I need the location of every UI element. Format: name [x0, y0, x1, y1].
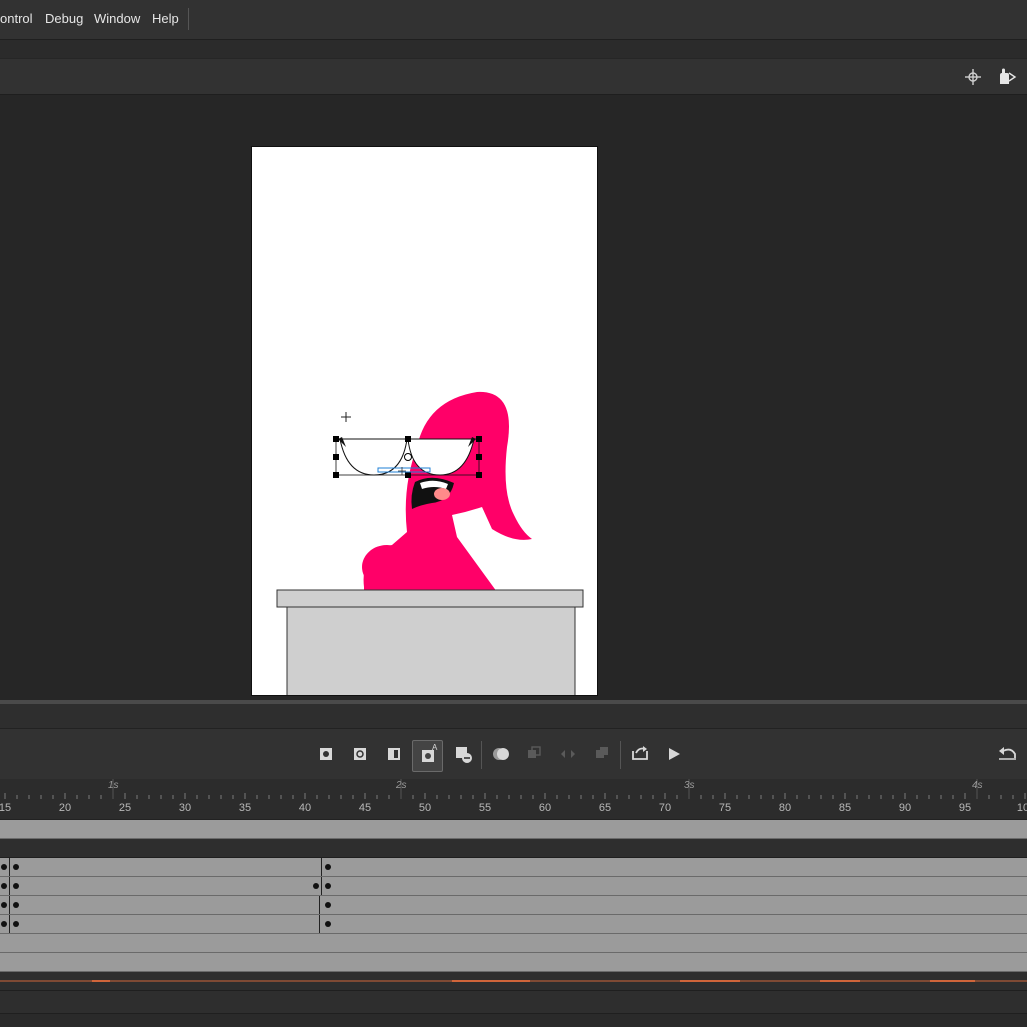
insert-frame-icon[interactable] [381, 741, 407, 767]
controls-divider [620, 741, 621, 769]
layer-row[interactable] [0, 896, 1027, 915]
layer-row[interactable] [0, 934, 1027, 953]
insert-keyframe-icon[interactable] [313, 741, 339, 767]
keyframe[interactable] [1, 883, 7, 889]
ruler-ticks [4, 779, 1026, 799]
layer-row[interactable] [0, 877, 1027, 896]
frame-label: 25 [118, 802, 132, 814]
loop-icon[interactable] [627, 741, 653, 767]
menu-control[interactable]: ontrol [0, 11, 33, 26]
play-icon[interactable] [661, 741, 687, 767]
layer-folder-row[interactable] [0, 839, 1027, 858]
desk [276, 589, 584, 695]
frame-label: 10 [1016, 802, 1027, 814]
layer-row[interactable] [0, 820, 1027, 839]
stage-canvas[interactable] [251, 146, 598, 696]
frame-label: 90 [898, 802, 912, 814]
menu-window[interactable]: Window [94, 11, 140, 26]
auto-keyframe-icon[interactable]: A [412, 740, 443, 772]
frame-label: 85 [838, 802, 852, 814]
onion-skin-icon[interactable] [488, 741, 514, 767]
menu-debug[interactable]: Debug [45, 11, 83, 26]
keyframe[interactable] [325, 864, 331, 870]
onion-outline-icon[interactable] [521, 741, 547, 767]
frame-label: 35 [238, 802, 252, 814]
undo-icon[interactable] [995, 741, 1021, 767]
frame-label: 95 [958, 802, 972, 814]
clear-keyframe-icon[interactable] [450, 741, 476, 767]
controls-divider [481, 741, 482, 769]
audio-layer-row[interactable] [0, 972, 1027, 991]
frame-label: 70 [658, 802, 672, 814]
keyframe[interactable] [13, 902, 19, 908]
svg-text:A: A [432, 743, 438, 752]
edit-multiple-frames-icon[interactable] [555, 741, 581, 767]
scene-artwork [276, 391, 584, 695]
keyframe-divider [321, 877, 322, 895]
frame-label: 80 [778, 802, 792, 814]
seconds-label: 2s [396, 780, 407, 791]
character-shoulder [362, 545, 412, 589]
keyframe-divider [9, 858, 10, 876]
keyframe[interactable] [13, 921, 19, 927]
insert-blank-keyframe-icon[interactable] [347, 741, 373, 767]
keyframe-divider [9, 915, 10, 933]
layer-row[interactable] [0, 858, 1027, 877]
layer-row[interactable] [0, 991, 1027, 1014]
keyframe[interactable] [325, 902, 331, 908]
keyframe[interactable] [1, 921, 7, 927]
audio-waveform [0, 980, 1027, 982]
menu-help[interactable]: Help [152, 11, 179, 26]
keyframe[interactable] [13, 883, 19, 889]
frame-label: 75 [718, 802, 732, 814]
keyframe-divider [9, 877, 10, 895]
hand-rotate-icon[interactable] [995, 67, 1017, 87]
frame-label: 65 [598, 802, 612, 814]
edit-bar [0, 59, 1027, 95]
frame-label: 15 [0, 802, 12, 814]
onion-markers-icon[interactable] [589, 741, 615, 767]
seconds-label: 1s [108, 780, 119, 791]
keyframe-divider [321, 858, 322, 876]
timeline-ruler[interactable]: 1s 2s 3s 4s 15 20 25 30 35 40 45 50 55 6… [0, 779, 1027, 820]
keyframe-divider [319, 915, 320, 933]
frame-label: 20 [58, 802, 72, 814]
keyframe[interactable] [325, 883, 331, 889]
frame-label: 55 [478, 802, 492, 814]
frame-label: 45 [358, 802, 372, 814]
layer-row[interactable] [0, 953, 1027, 972]
keyframe-divider [319, 896, 320, 914]
keyframe[interactable] [1, 864, 7, 870]
document-tab-bar [0, 40, 1027, 58]
keyframe[interactable] [325, 921, 331, 927]
keyframe[interactable] [1, 902, 7, 908]
frame-label: 50 [418, 802, 432, 814]
stage-pasteboard[interactable] [0, 95, 1027, 701]
menu-divider [188, 8, 189, 30]
keyframe[interactable] [13, 864, 19, 870]
frame-label: 30 [178, 802, 192, 814]
timeline-controls: A [0, 729, 1027, 780]
menu-bar: ontrol Debug Window Help [0, 0, 1027, 40]
frame-label: 60 [538, 802, 552, 814]
keyframe-divider [9, 896, 10, 914]
keyframe[interactable] [313, 883, 319, 889]
center-stage-icon[interactable] [963, 67, 983, 87]
layer-row[interactable] [0, 915, 1027, 934]
frame-label: 40 [298, 802, 312, 814]
seconds-label: 3s [684, 780, 695, 791]
seconds-label: 4s [972, 780, 983, 791]
timeline-layers [0, 820, 1027, 1027]
timeline-panel-header [0, 704, 1027, 729]
